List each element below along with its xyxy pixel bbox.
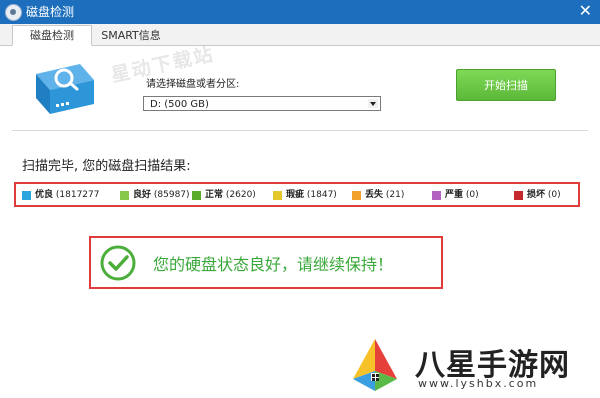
hard-disk-icon [36, 64, 94, 114]
legend-swatch [273, 191, 282, 200]
tab-disk-check[interactable]: 磁盘检测 [12, 25, 92, 46]
legend-swatch [352, 191, 361, 200]
legend-swatch [22, 191, 31, 200]
window-title: 磁盘检测 [26, 5, 75, 19]
drive-select[interactable]: D: (500 GB) [143, 96, 381, 111]
tab-smart-info[interactable]: SMART信息 [96, 26, 166, 45]
site-url: www.lyshbx.com [418, 377, 539, 390]
title-bar: 磁盘检测 ✕ [0, 0, 600, 24]
scan-result-legend: 优良 (1817277 良好 (85987) 正常 (2620) 瑕疵 (184… [14, 182, 580, 207]
site-logo-icon [353, 339, 397, 391]
legend-swatch [514, 191, 523, 200]
result-heading: 扫描完毕, 您的磁盘扫描结果: [22, 159, 191, 174]
divider [12, 130, 588, 131]
status-panel: 您的硬盘状态良好，请继续保持！ [89, 236, 443, 289]
start-scan-button[interactable]: 开始扫描 [456, 69, 556, 101]
drive-select-label: 请选择磁盘或者分区: [146, 79, 240, 90]
check-circle-icon [100, 245, 136, 281]
legend-swatch [192, 191, 201, 200]
app-icon [5, 4, 22, 21]
legend-swatch [120, 191, 129, 200]
status-message: 您的硬盘状态良好，请继续保持！ [153, 255, 394, 274]
tab-bar: 磁盘检测 SMART信息 [0, 24, 600, 46]
close-icon[interactable]: ✕ [579, 1, 592, 21]
legend-swatch [432, 191, 441, 200]
drive-select-value: D: (500 GB) [150, 99, 209, 110]
chevron-down-icon[interactable] [368, 99, 378, 108]
